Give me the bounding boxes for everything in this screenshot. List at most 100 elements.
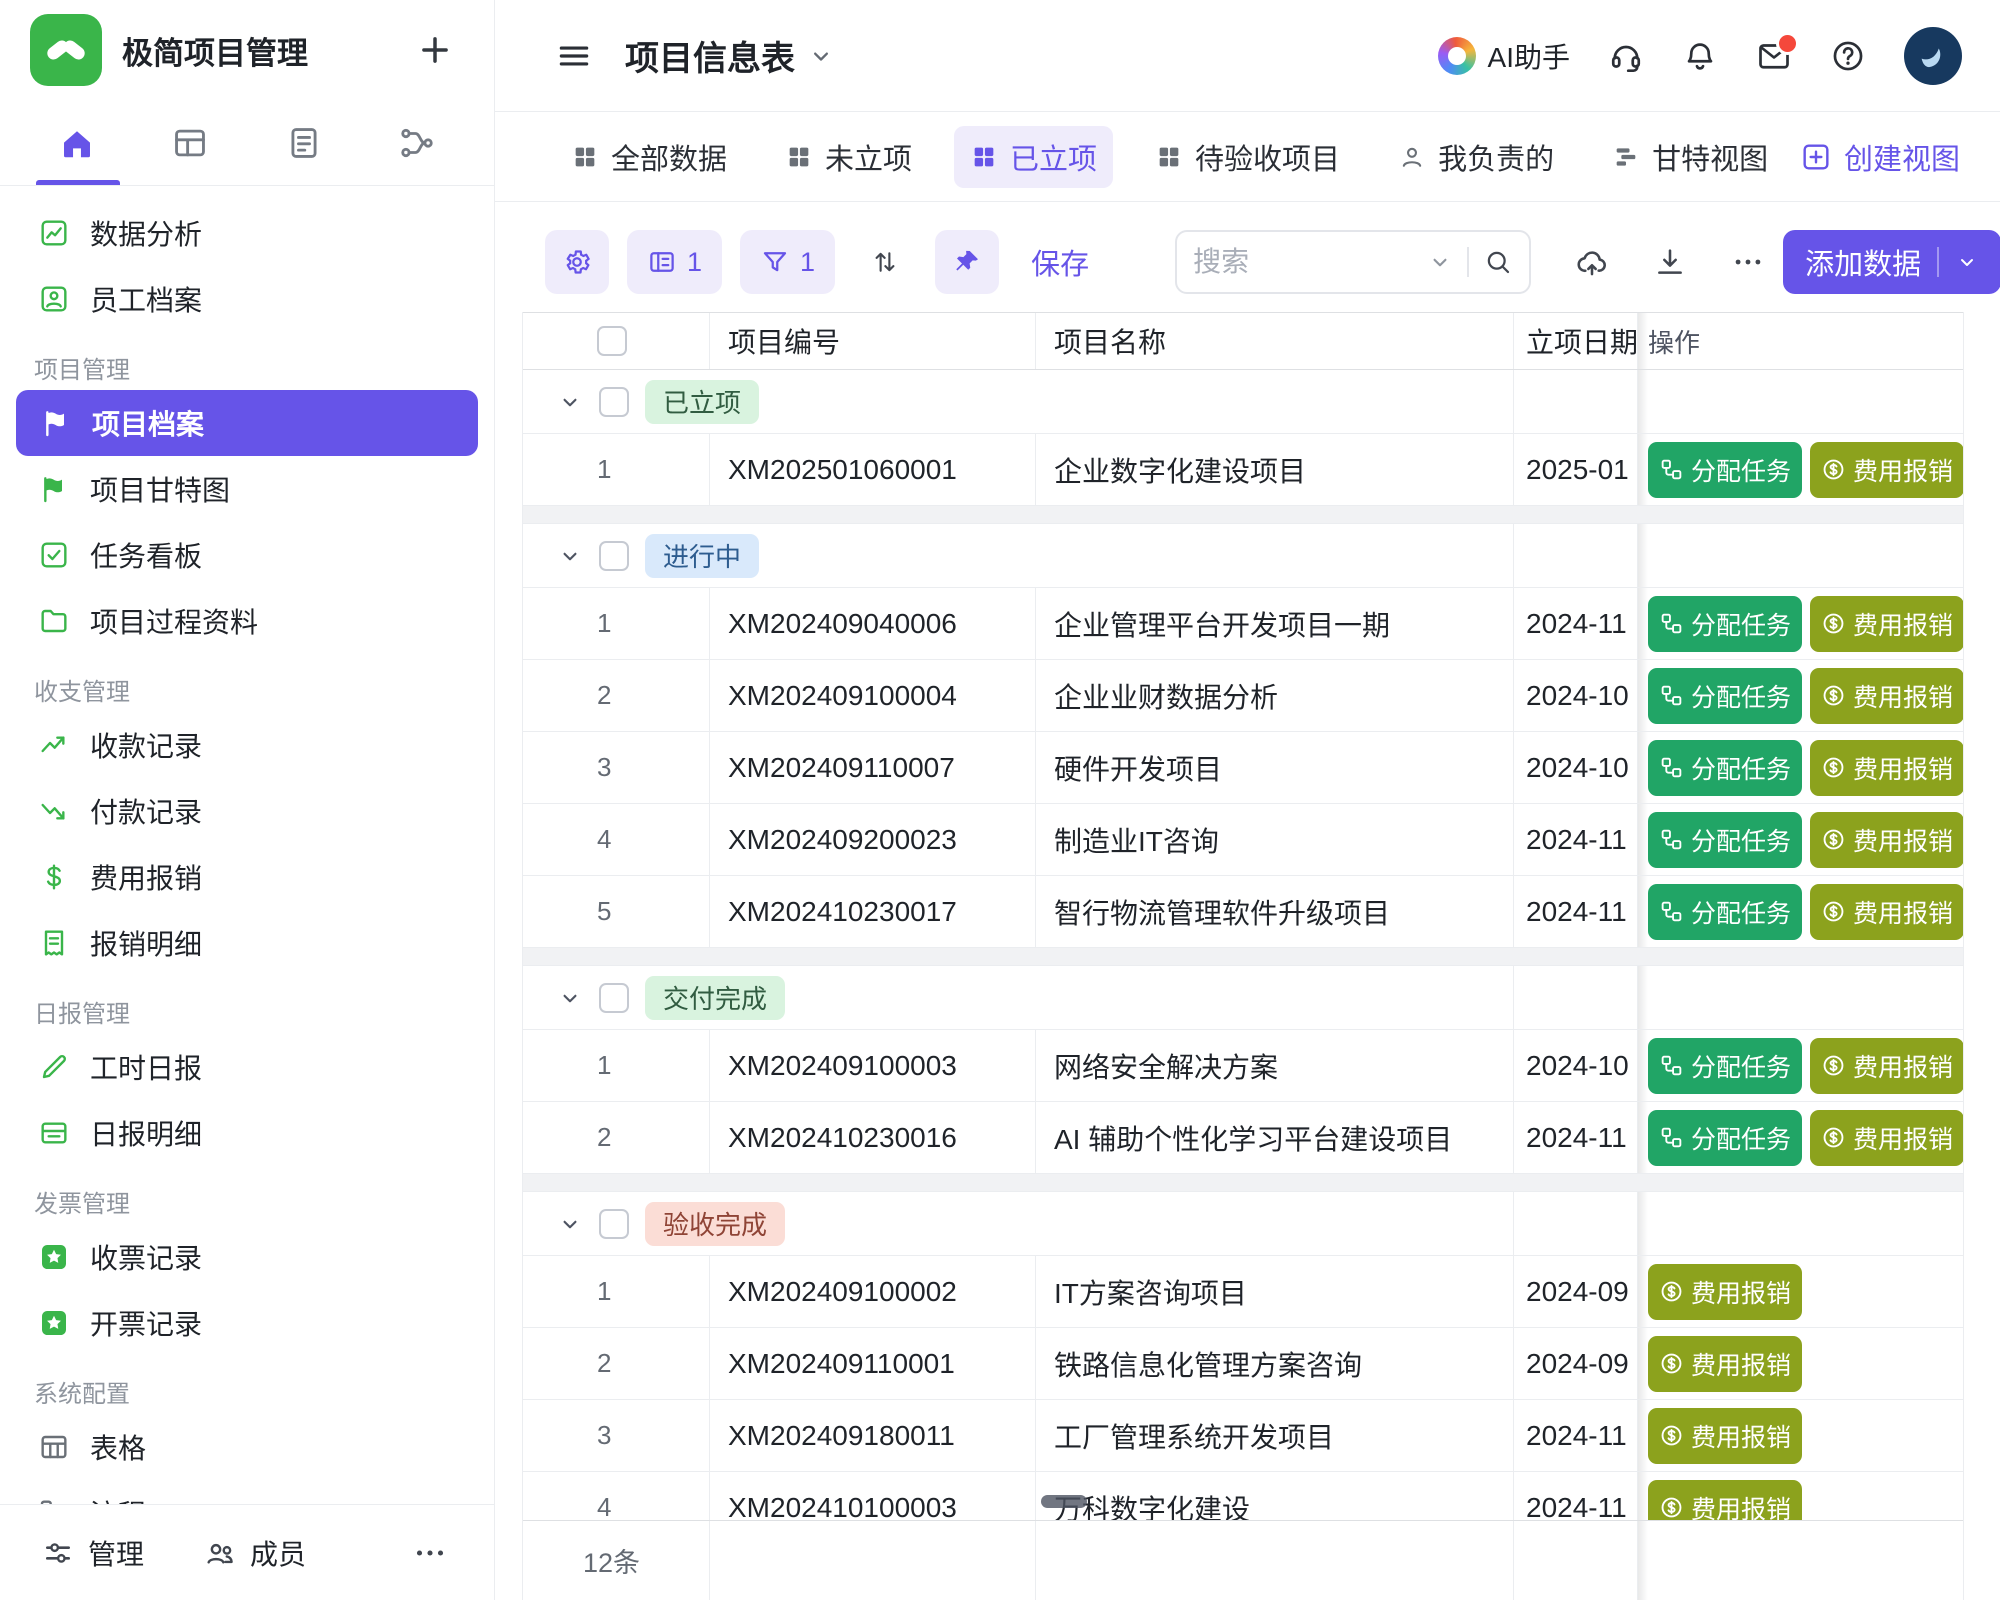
group-checkbox[interactable]	[599, 983, 629, 1013]
table-row[interactable]: 4XM202410100003万科数字化建设2024-11费用报销	[523, 1472, 1963, 1520]
home-tab-icon[interactable]	[58, 124, 96, 162]
sidebar-item-员工档案[interactable]: 员工档案	[0, 266, 494, 332]
manage-button[interactable]: 管理	[42, 1533, 144, 1573]
assign-task-button[interactable]: 分配任务	[1648, 884, 1802, 940]
sidebar-item-项目甘特图[interactable]: 项目甘特图	[0, 456, 494, 522]
table-row[interactable]: 1XM202409040006企业管理平台开发项目一期2024-11分配任务费用…	[523, 588, 1963, 660]
support-icon[interactable]	[1608, 38, 1644, 74]
table-row[interactable]: 5XM202410230017智行物流管理软件升级项目2024-11分配任务费用…	[523, 876, 1963, 948]
column-header-date[interactable]: 立项日期	[1513, 313, 1637, 369]
tables-tab-icon[interactable]	[171, 124, 209, 162]
group-checkbox[interactable]	[599, 1209, 629, 1239]
row-actions: 费用报销	[1637, 1400, 1963, 1471]
search-scope-chevron-icon[interactable]	[1427, 249, 1453, 275]
sidebar-item-报销明细[interactable]: 报销明细	[0, 910, 494, 976]
table-row[interactable]: 1XM202409100003网络安全解决方案2024-10分配任务费用报销	[523, 1030, 1963, 1102]
expense-claim-button[interactable]: 费用报销	[1648, 1408, 1802, 1464]
board-icon	[38, 539, 70, 571]
field-config-button[interactable]: 1	[627, 230, 722, 294]
horizontal-scrollbar-thumb[interactable]	[1041, 1495, 1087, 1508]
collapse-chevron-icon[interactable]	[557, 543, 583, 569]
export-icon[interactable]	[1653, 245, 1687, 279]
collapse-chevron-icon[interactable]	[557, 985, 583, 1011]
import-icon[interactable]	[1575, 245, 1609, 279]
assign-task-button[interactable]: 分配任务	[1648, 442, 1802, 498]
filter-button[interactable]: 1	[740, 230, 835, 294]
assign-task-button[interactable]: 分配任务	[1648, 812, 1802, 868]
assign-task-button[interactable]: 分配任务	[1648, 740, 1802, 796]
view-tab-待验收项目[interactable]: 待验收项目	[1139, 126, 1356, 188]
table-row[interactable]: 1XM202409100002IT方案咨询项目2024-09费用报销	[523, 1256, 1963, 1328]
expense-claim-button[interactable]: 费用报销	[1810, 1110, 1963, 1166]
group-checkbox[interactable]	[599, 541, 629, 571]
table-row[interactable]: 1XM202501060001企业数字化建设项目2025-01分配任务费用报销	[523, 434, 1963, 506]
add-data-button[interactable]: 添加数据	[1783, 230, 2000, 294]
expense-claim-button[interactable]: 费用报销	[1648, 1336, 1802, 1392]
expense-claim-button[interactable]: 费用报销	[1810, 442, 1963, 498]
workflow-tab-icon[interactable]	[398, 124, 436, 162]
sidebar-item-数据分析[interactable]: 数据分析	[0, 200, 494, 266]
sidebar-item-工时日报[interactable]: 工时日报	[0, 1034, 494, 1100]
assign-task-button[interactable]: 分配任务	[1648, 596, 1802, 652]
expense-claim-button[interactable]: 费用报销	[1810, 596, 1963, 652]
expense-claim-button[interactable]: 费用报销	[1810, 812, 1963, 868]
sidebar-item-费用报销[interactable]: 费用报销	[0, 844, 494, 910]
expense-claim-button[interactable]: 费用报销	[1810, 1038, 1963, 1094]
table-row[interactable]: 2XM202409110001铁路信息化管理方案咨询2024-09费用报销	[523, 1328, 1963, 1400]
table-row[interactable]: 4XM202409200023制造业IT咨询2024-11分配任务费用报销	[523, 804, 1963, 876]
column-header-name[interactable]: 项目名称	[1035, 313, 1513, 369]
table-row[interactable]: 3XM202409110007硬件开发项目2024-10分配任务费用报销	[523, 732, 1963, 804]
assign-task-button[interactable]: 分配任务	[1648, 1110, 1802, 1166]
sidebar-item-日报明细[interactable]: 日报明细	[0, 1100, 494, 1166]
pin-button[interactable]	[935, 230, 999, 294]
expense-claim-button[interactable]: 费用报销	[1810, 884, 1963, 940]
search-icon[interactable]	[1483, 247, 1513, 277]
add-app-icon[interactable]	[416, 31, 454, 69]
assign-task-button[interactable]: 分配任务	[1648, 668, 1802, 724]
sidebar-item-收票记录[interactable]: 收票记录	[0, 1224, 494, 1290]
view-tab-已立项[interactable]: 已立项	[954, 126, 1113, 188]
toolbar-more-icon[interactable]	[1731, 245, 1765, 279]
save-button[interactable]: 保存	[1031, 241, 1089, 283]
view-tab-未立项[interactable]: 未立项	[769, 126, 928, 188]
table-row[interactable]: 2XM202410230016AI 辅助个性化学习平台建设项目2024-11分配…	[523, 1102, 1963, 1174]
search-input[interactable]	[1193, 246, 1427, 278]
notifications-icon[interactable]	[1682, 38, 1718, 74]
sidebar-item-流程[interactable]: 流程	[0, 1480, 494, 1504]
employee-icon	[38, 283, 70, 315]
view-tab-全部数据[interactable]: 全部数据	[555, 126, 743, 188]
inbox-icon[interactable]	[1756, 38, 1792, 74]
expense-claim-button[interactable]: 费用报销	[1810, 740, 1963, 796]
sidebar-item-项目过程资料[interactable]: 项目过程资料	[0, 588, 494, 654]
documents-tab-icon[interactable]	[285, 124, 323, 162]
view-tab-我负责的[interactable]: 我负责的	[1382, 126, 1570, 188]
title-chevron-icon[interactable]	[807, 42, 835, 70]
ai-assistant-button[interactable]: AI助手	[1438, 36, 1570, 76]
members-button[interactable]: 成员	[204, 1533, 306, 1573]
expense-claim-button[interactable]: 费用报销	[1810, 668, 1963, 724]
view-settings-button[interactable]	[545, 230, 609, 294]
table-row[interactable]: 2XM202409100004企业业财数据分析2024-10分配任务费用报销	[523, 660, 1963, 732]
sidebar-item-开票记录[interactable]: 开票记录	[0, 1290, 494, 1356]
user-avatar[interactable]	[1904, 27, 1962, 85]
assign-task-button[interactable]: 分配任务	[1648, 1038, 1802, 1094]
sidebar-item-表格[interactable]: 表格	[0, 1414, 494, 1480]
create-view-button[interactable]: 创建视图	[1800, 136, 1960, 178]
sidebar-item-收款记录[interactable]: 收款记录	[0, 712, 494, 778]
sidebar-more-icon[interactable]	[412, 1535, 448, 1571]
hamburger-icon[interactable]	[555, 37, 593, 75]
table-row[interactable]: 3XM202409180011工厂管理系统开发项目2024-11费用报销	[523, 1400, 1963, 1472]
collapse-chevron-icon[interactable]	[557, 389, 583, 415]
expense-claim-button[interactable]: 费用报销	[1648, 1480, 1802, 1521]
collapse-chevron-icon[interactable]	[557, 1211, 583, 1237]
help-icon[interactable]	[1830, 38, 1866, 74]
sidebar-item-付款记录[interactable]: 付款记录	[0, 778, 494, 844]
sidebar-item-项目档案[interactable]: 项目档案	[16, 390, 478, 456]
sort-button[interactable]	[853, 230, 917, 294]
sidebar-item-任务看板[interactable]: 任务看板	[0, 522, 494, 588]
view-tab-甘特视图[interactable]: 甘特视图	[1596, 126, 1784, 188]
expense-claim-button[interactable]: 费用报销	[1648, 1264, 1802, 1320]
column-header-code[interactable]: 项目编号	[709, 313, 1035, 369]
select-all-checkbox[interactable]	[597, 326, 627, 356]
group-checkbox[interactable]	[599, 387, 629, 417]
